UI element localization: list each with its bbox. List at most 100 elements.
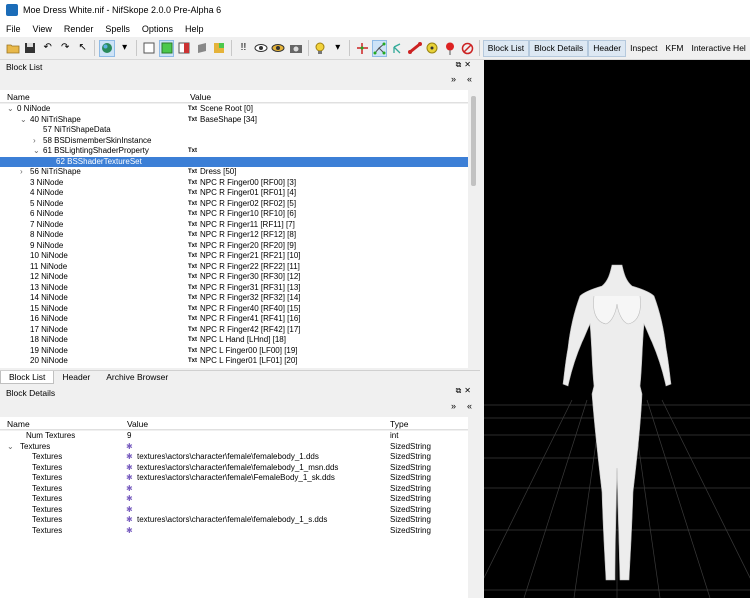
tree-row[interactable]: 3 NiNode Txt NPC R Finger00 [RF00] [3]: [0, 178, 468, 189]
lightbulb-icon[interactable]: [313, 40, 328, 57]
tree-row[interactable]: 9 NiNode Txt NPC R Finger20 [RF20] [9]: [0, 241, 468, 252]
menu-render[interactable]: Render: [58, 24, 100, 34]
menu-help[interactable]: Help: [179, 24, 210, 34]
expand-all-icon[interactable]: »: [451, 74, 456, 84]
bone-icon[interactable]: [407, 40, 422, 57]
detail-row[interactable]: Textures ✱ SizedString: [0, 526, 468, 537]
globe-icon[interactable]: [99, 39, 115, 57]
open-folder-icon[interactable]: [5, 40, 20, 57]
toolbar-tab-interactive-help[interactable]: Interactive Hel: [687, 40, 749, 57]
menu-view[interactable]: View: [27, 24, 58, 34]
view-side-icon[interactable]: [176, 40, 191, 57]
tab-archive-browser[interactable]: Archive Browser: [98, 371, 176, 384]
dropdown-icon[interactable]: ▾: [330, 40, 345, 57]
nodes-icon[interactable]: [371, 39, 388, 57]
tab-block-list[interactable]: Block List: [0, 371, 55, 384]
marker-yellow-icon[interactable]: [424, 40, 439, 57]
pin-icon[interactable]: [442, 40, 457, 57]
scrollbar-thumb[interactable]: [471, 96, 476, 186]
detail-row[interactable]: ⌄ Textures ✱ SizedString: [0, 442, 468, 453]
expand-all-icon[interactable]: »: [451, 401, 456, 411]
column-value[interactable]: Value: [190, 92, 211, 102]
pointer-icon[interactable]: ↖: [75, 40, 90, 57]
detail-row-value[interactable]: textures\actors\character\female\femaleb…: [137, 515, 327, 526]
tree-row[interactable]: 18 NiNode Txt NPC L Hand [LHnd] [18]: [0, 335, 468, 346]
tree-row[interactable]: 5 NiNode Txt NPC R Finger02 [RF02] [5]: [0, 199, 468, 210]
tree-row[interactable]: 57 NiTriShapeData: [0, 125, 468, 136]
tree-row[interactable]: ⌄ 0 NiNode Txt Scene Root [0]: [0, 104, 468, 115]
tree-row[interactable]: 15 NiNode Txt NPC R Finger40 [RF40] [15]: [0, 304, 468, 315]
detail-row[interactable]: Textures ✱ SizedString: [0, 505, 468, 516]
no-symbol-icon[interactable]: [459, 40, 474, 57]
toolbar-tab-block-details[interactable]: Block Details: [529, 39, 589, 57]
detail-row[interactable]: Textures ✱ SizedString: [0, 484, 468, 495]
detail-row[interactable]: Num Textures 9 int: [0, 431, 468, 442]
tree-row[interactable]: 19 NiNode Txt NPC L Finger00 [LF00] [19]: [0, 346, 468, 357]
collapse-all-icon[interactable]: «: [467, 401, 472, 411]
tab-header[interactable]: Header: [54, 371, 98, 384]
detail-row[interactable]: Textures ✱ SizedString: [0, 494, 468, 505]
detail-row-value[interactable]: textures\actors\character\female\femaleb…: [137, 463, 338, 474]
tree-row[interactable]: 4 NiNode Txt NPC R Finger01 [RF01] [4]: [0, 188, 468, 199]
tree-row[interactable]: 16 NiNode Txt NPC R Finger41 [RF41] [16]: [0, 314, 468, 325]
tree-row[interactable]: 14 NiNode Txt NPC R Finger32 [RF32] [14]: [0, 293, 468, 304]
axes-icon[interactable]: [354, 40, 369, 57]
block-list-scrollbar[interactable]: [469, 90, 478, 368]
tree-row[interactable]: 12 NiNode Txt NPC R Finger30 [RF30] [12]: [0, 272, 468, 283]
chevron-down-icon[interactable]: ⌄: [20, 115, 27, 126]
chevron-down-icon[interactable]: ⌄: [7, 104, 14, 115]
detail-row[interactable]: Textures ✱ textures\actors\character\femal…: [0, 515, 468, 526]
view-front-icon[interactable]: [141, 40, 156, 57]
tree-row[interactable]: 10 NiNode Txt NPC R Finger21 [RF21] [10]: [0, 251, 468, 262]
tree-row[interactable]: 7 NiNode Txt NPC R Finger11 [RF11] [7]: [0, 220, 468, 231]
dropdown-icon[interactable]: ▾: [117, 40, 132, 57]
column-value[interactable]: Value: [127, 419, 148, 429]
view-cube-icon[interactable]: [211, 40, 226, 57]
panel-float-close-icon[interactable]: ⧉✕: [456, 60, 474, 70]
block-details-scrollbar[interactable]: [469, 417, 478, 598]
view-walk-icon[interactable]: [194, 40, 209, 57]
tree-row[interactable]: 17 NiNode Txt NPC R Finger42 [RF42] [17]: [0, 325, 468, 336]
detail-row[interactable]: Textures ✱ textures\actors\character\femal…: [0, 452, 468, 463]
render-viewport[interactable]: [484, 60, 750, 598]
chevron-right-icon[interactable]: ›: [33, 136, 36, 147]
tree-row[interactable]: 20 NiNode Txt NPC L Finger01 [LF01] [20]: [0, 356, 468, 367]
menu-file[interactable]: File: [0, 24, 27, 34]
column-type[interactable]: Type: [390, 419, 408, 429]
view-green-cube-icon[interactable]: [158, 39, 175, 57]
chevron-down-icon[interactable]: ⌄: [33, 146, 40, 157]
detail-row-value[interactable]: textures\actors\character\female\femaleb…: [137, 452, 319, 463]
chevron-right-icon[interactable]: ›: [20, 167, 23, 178]
undo-icon[interactable]: ↶: [40, 40, 55, 57]
tree-row[interactable]: ⌄ 40 NiTriShape Txt BaseShape [34]: [0, 115, 468, 126]
toolbar-tab-block-list[interactable]: Block List: [482, 39, 530, 57]
branch-icon[interactable]: [389, 40, 404, 57]
detail-row[interactable]: Textures ✱ textures\actors\character\femal…: [0, 473, 468, 484]
eye-closed-icon[interactable]: [271, 40, 286, 57]
tree-row[interactable]: 62 BSShaderTextureSet: [0, 156, 468, 167]
redo-icon[interactable]: ↷: [57, 40, 72, 57]
tree-row[interactable]: 8 NiNode Txt NPC R Finger12 [RF12] [8]: [0, 230, 468, 241]
panel-float-close-icon[interactable]: ⧉✕: [456, 386, 474, 396]
collapse-all-icon[interactable]: «: [467, 74, 472, 84]
toolbar-tab-header[interactable]: Header: [588, 39, 627, 57]
menu-spells[interactable]: Spells: [99, 24, 136, 34]
toolbar-tab-kfm[interactable]: KFM: [662, 40, 688, 57]
column-name[interactable]: Name: [7, 419, 30, 429]
tree-row[interactable]: 11 NiNode Txt NPC R Finger22 [RF22] [11]: [0, 262, 468, 273]
eye-icon[interactable]: [253, 40, 268, 57]
tree-row[interactable]: ⌄ 61 BSLightingShaderProperty Txt: [0, 146, 468, 157]
tree-row[interactable]: 13 NiNode Txt NPC R Finger31 [RF31] [13]: [0, 283, 468, 294]
chevron-down-icon[interactable]: ⌄: [7, 442, 14, 453]
detail-row-value[interactable]: 9: [127, 431, 131, 442]
menu-options[interactable]: Options: [136, 24, 179, 34]
tree-row[interactable]: › 56 NiTriShape Txt Dress [50]: [0, 167, 468, 178]
exclamation-icon[interactable]: !!: [236, 40, 251, 57]
tree-row[interactable]: › 58 BSDismemberSkinInstance: [0, 136, 468, 147]
detail-row-value[interactable]: textures\actors\character\female\FemaleB…: [137, 473, 335, 484]
column-name[interactable]: Name: [7, 92, 30, 102]
screenshot-icon[interactable]: [288, 40, 303, 57]
toolbar-tab-inspect[interactable]: Inspect: [626, 40, 661, 57]
tree-row[interactable]: 6 NiNode Txt NPC R Finger10 [RF10] [6]: [0, 209, 468, 220]
detail-row[interactable]: Textures ✱ textures\actors\character\femal…: [0, 463, 468, 474]
